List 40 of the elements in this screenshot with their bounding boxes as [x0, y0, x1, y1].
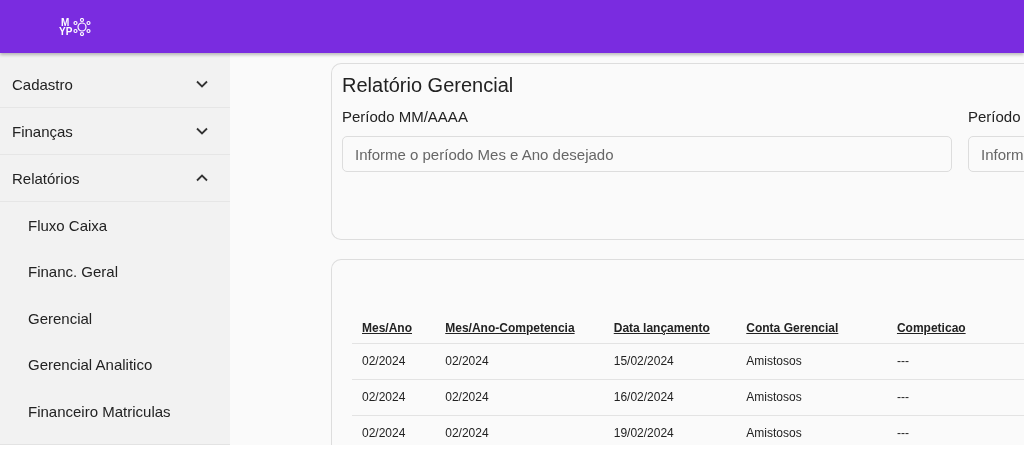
chevron-icon	[196, 174, 208, 182]
sidebar-item[interactable]: Relatórios	[0, 155, 230, 202]
column-header[interactable]: Competicao	[896, 321, 966, 335]
sidebar-subitem[interactable]: Financeiro Matriculas	[0, 388, 230, 435]
column-header[interactable]: Conta Gerencial	[746, 321, 839, 335]
table-cell: Amistosos	[746, 426, 802, 440]
table-cell: 02/2024	[362, 426, 406, 440]
column-header[interactable]: Data lançamento	[613, 321, 710, 335]
logo-text: M	[61, 17, 70, 27]
field-label: Período MM/AAAA	[342, 108, 469, 125]
column-header[interactable]: Mes/Ano	[362, 321, 412, 335]
chevron-icon	[196, 80, 208, 88]
column-header[interactable]: Mes/Ano-Competencia	[445, 321, 575, 335]
chevron-icon	[196, 127, 208, 135]
table-cell: ---	[896, 426, 909, 440]
input-field[interactable]: Inform	[968, 136, 1024, 172]
input-field[interactable]: Informe o período Mes e Ano desejado	[342, 136, 952, 172]
table-cell: 15/02/2024	[613, 354, 674, 368]
table-cell: 02/2024	[362, 354, 406, 368]
sidebar-subitem[interactable]: Gerencial Analitico	[0, 341, 230, 388]
sidebar-subitem[interactable]: Financ. Geral	[0, 248, 230, 295]
molecule-icon	[73, 17, 92, 36]
sidebar-item[interactable]: Finanças	[0, 108, 230, 155]
table-cell: 19/02/2024	[613, 426, 674, 440]
table-cell: 16/02/2024	[613, 390, 674, 404]
table-cell: ---	[896, 354, 909, 368]
table-cell: 02/2024	[362, 390, 406, 404]
table-cell: 02/2024	[445, 354, 489, 368]
table-cell: 02/2024	[445, 390, 489, 404]
sidebar-subitem[interactable]: Fluxo Caixa	[0, 202, 230, 249]
field-label: Período	[968, 108, 1022, 125]
table-cell: Amistosos	[746, 390, 802, 404]
logo[interactable]: M YP	[59, 17, 92, 36]
table-cell: ---	[896, 390, 909, 404]
card-title: Relatório Gerencial	[342, 74, 515, 97]
sidebar-subitem[interactable]: Gerencial	[0, 295, 230, 342]
table-cell: Amistosos	[746, 354, 802, 368]
table-cell: 02/2024	[445, 426, 489, 440]
sidebar-item[interactable]: Cadastro	[0, 61, 230, 108]
logo-text: YP	[59, 26, 73, 36]
